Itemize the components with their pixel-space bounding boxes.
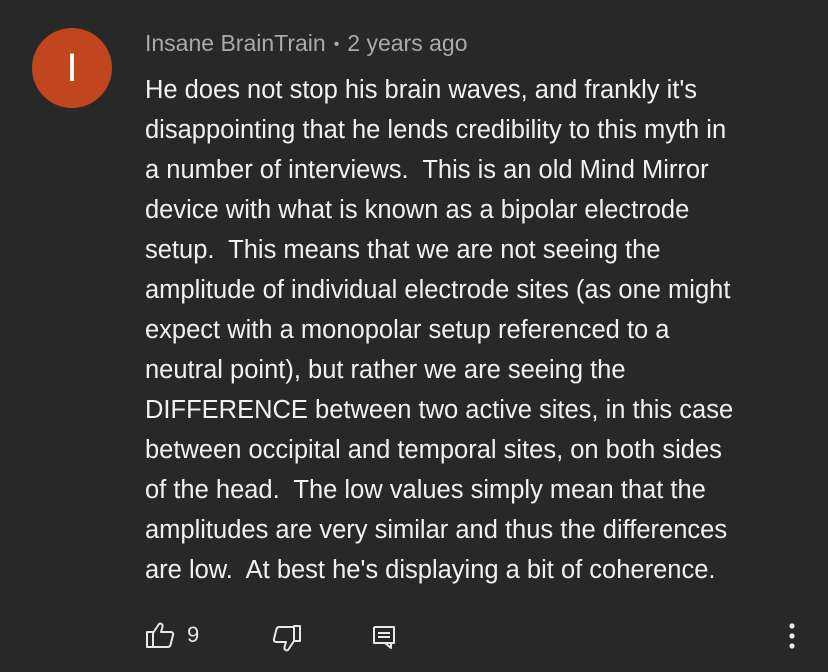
more-options-button[interactable]	[782, 622, 802, 650]
reply-button[interactable]	[371, 624, 397, 650]
avatar[interactable]: I	[32, 28, 112, 108]
more-vertical-icon	[782, 622, 802, 650]
separator: •	[333, 36, 340, 53]
like-count: 9	[187, 622, 200, 647]
comment-header: Insane BrainTrain • 2 years ago	[145, 30, 468, 57]
comment-text: He does not stop his brain waves, and fr…	[145, 76, 734, 584]
thumbs-up-icon	[145, 620, 175, 650]
timestamp[interactable]: 2 years ago	[347, 30, 467, 56]
dislike-button[interactable]	[272, 624, 302, 654]
reply-icon	[371, 624, 397, 650]
author-name[interactable]: Insane BrainTrain	[145, 30, 326, 56]
like-button[interactable]: 9	[145, 620, 199, 650]
thumbs-down-icon	[272, 624, 302, 654]
comment-actions: 9	[0, 616, 828, 656]
avatar-letter: I	[66, 45, 78, 90]
